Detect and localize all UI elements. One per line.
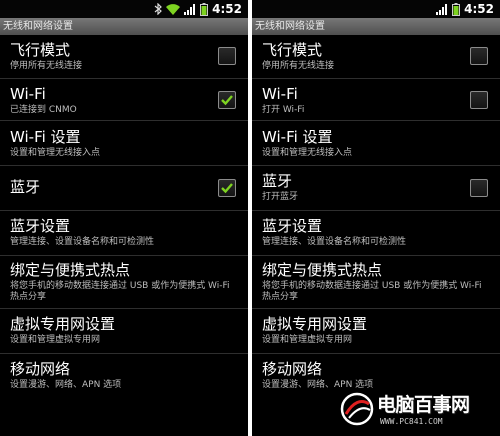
bluetooth-item[interactable]: 蓝牙 打开蓝牙 <box>252 166 500 210</box>
vpn-settings-item[interactable]: 虚拟专用网设置 设置和管理虚拟专用网 <box>252 309 500 353</box>
airplane-mode-item[interactable]: 飞行模式 停用所有无线连接 <box>0 35 248 78</box>
bluetooth-settings-summary: 管理连接、设置设备名称和可检测性 <box>10 237 155 247</box>
airplane-mode-title: 飞行模式 <box>262 41 323 59</box>
mobile-networks-summary: 设置漫游、网络、APN 选项 <box>10 380 122 390</box>
airplane-mode-item[interactable]: 飞行模式 停用所有无线连接 <box>252 35 500 78</box>
tethering-title: 绑定与便携式热点 <box>262 261 383 279</box>
status-time: 4:52 <box>464 2 494 16</box>
vpn-settings-item[interactable]: 虚拟专用网设置 设置和管理虚拟专用网 <box>0 309 248 353</box>
pc841-logo-icon <box>340 392 374 426</box>
battery-icon <box>452 2 461 16</box>
wifi-settings-title: Wi-Fi 设置 <box>262 128 333 146</box>
wifi-checkbox[interactable] <box>218 91 236 109</box>
tethering-summary: 将您手机的移动数据连接通过 USB 或作为便携式 Wi-Fi 热点分享 <box>10 281 230 302</box>
settings-title: 无线和网络设置 <box>0 18 248 35</box>
mobile-networks-title: 移动网络 <box>10 360 71 378</box>
settings-title: 无线和网络设置 <box>252 18 500 35</box>
wifi-settings-title: Wi-Fi 设置 <box>10 128 81 146</box>
wifi-item[interactable]: Wi-Fi 已连接到 CNMO <box>0 79 248 120</box>
mobile-networks-item[interactable]: 移动网络 设置漫游、网络、APN 选项 <box>0 354 248 398</box>
bluetooth-settings-item[interactable]: 蓝牙设置 管理连接、设置设备名称和可检测性 <box>252 211 500 255</box>
pc841-watermark: 电脑百事网 WWW.PC841.COM <box>340 390 496 434</box>
wifi-settings-item[interactable]: Wi-Fi 设置 设置和管理无线接入点 <box>252 121 500 165</box>
watermark-url: WWW.PC841.COM <box>380 417 443 426</box>
bluetooth-settings-item[interactable]: 蓝牙设置 管理连接、设置设备名称和可检测性 <box>0 211 248 255</box>
wifi-checkbox[interactable] <box>470 91 488 109</box>
status-time: 4:52 <box>212 2 242 16</box>
wifi-icon <box>166 3 181 15</box>
vpn-settings-title: 虚拟专用网设置 <box>262 315 368 333</box>
checkmark-icon <box>221 183 233 194</box>
left-screen: 4:52 无线和网络设置 飞行模式 停用所有无线连接 Wi-Fi 已连接到 CN… <box>0 0 248 436</box>
bluetooth-icon <box>154 3 163 15</box>
wifi-summary: 已连接到 CNMO <box>10 105 77 115</box>
tethering-item[interactable]: 绑定与便携式热点 将您手机的移动数据连接通过 USB 或作为便携式 Wi-Fi … <box>252 256 500 308</box>
airplane-mode-checkbox[interactable] <box>470 47 488 65</box>
tethering-item[interactable]: 绑定与便携式热点 将您手机的移动数据连接通过 USB 或作为便携式 Wi-Fi … <box>0 256 248 308</box>
airplane-mode-summary: 停用所有无线连接 <box>262 61 335 71</box>
wifi-settings-summary: 设置和管理无线接入点 <box>262 148 353 158</box>
signal-icon <box>184 3 196 15</box>
wifi-settings-summary: 设置和管理无线接入点 <box>10 148 101 158</box>
bluetooth-settings-title: 蓝牙设置 <box>10 217 71 235</box>
vpn-settings-summary: 设置和管理虚拟专用网 <box>262 335 353 345</box>
tethering-title: 绑定与便携式热点 <box>10 261 131 279</box>
mobile-networks-title: 移动网络 <box>262 360 323 378</box>
bluetooth-settings-summary: 管理连接、设置设备名称和可检测性 <box>262 237 407 247</box>
airplane-mode-checkbox[interactable] <box>218 47 236 65</box>
bluetooth-settings-title: 蓝牙设置 <box>262 217 323 235</box>
signal-icon <box>436 3 448 15</box>
bluetooth-title: 蓝牙 <box>10 178 41 196</box>
checkmark-icon <box>221 95 233 106</box>
bluetooth-item[interactable]: 蓝牙 <box>0 166 248 210</box>
watermark-brand: 电脑百事网 <box>377 394 470 416</box>
tethering-summary: 将您手机的移动数据连接通过 USB 或作为便携式 Wi-Fi 热点分享 <box>262 281 482 302</box>
wifi-title: Wi-Fi <box>10 85 46 103</box>
wifi-title: Wi-Fi <box>262 85 298 103</box>
bluetooth-checkbox[interactable] <box>470 179 488 197</box>
vpn-settings-summary: 设置和管理虚拟专用网 <box>10 335 101 345</box>
bluetooth-checkbox[interactable] <box>218 179 236 197</box>
wifi-settings-item[interactable]: Wi-Fi 设置 设置和管理无线接入点 <box>0 121 248 165</box>
bluetooth-title: 蓝牙 <box>262 172 293 190</box>
battery-icon <box>200 2 209 16</box>
status-bar: 4:52 <box>0 0 248 18</box>
vpn-settings-title: 虚拟专用网设置 <box>10 315 116 333</box>
wifi-summary: 打开 Wi-Fi <box>262 105 305 115</box>
right-screen: 4:52 无线和网络设置 飞行模式 停用所有无线连接 Wi-Fi 打开 Wi-F… <box>252 0 500 436</box>
wifi-item[interactable]: Wi-Fi 打开 Wi-Fi <box>252 79 500 120</box>
airplane-mode-summary: 停用所有无线连接 <box>10 61 83 71</box>
airplane-mode-title: 飞行模式 <box>10 41 71 59</box>
bluetooth-summary: 打开蓝牙 <box>262 192 299 202</box>
status-bar: 4:52 <box>252 0 500 18</box>
